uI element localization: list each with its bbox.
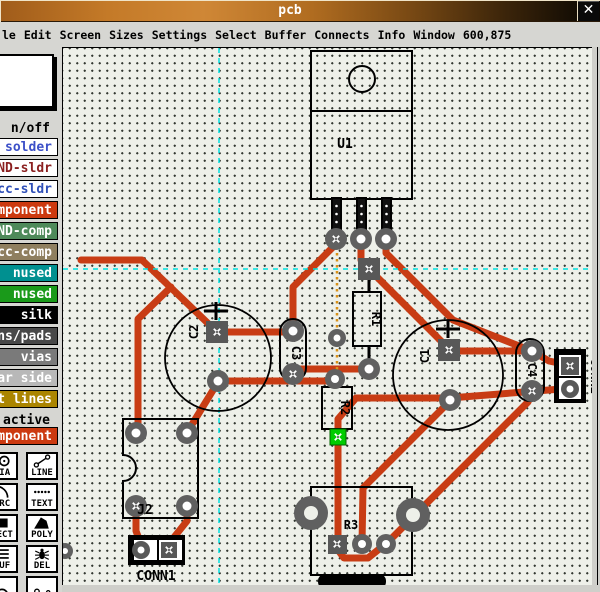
tool-label: POLY — [31, 530, 53, 540]
tool-button-rect[interactable]: RECT — [0, 514, 18, 542]
rotate-tool-icon — [0, 588, 11, 592]
tool-label: ARC — [0, 499, 10, 509]
close-icon[interactable]: ✕ — [577, 1, 599, 21]
onoff-label: n/off — [0, 121, 58, 136]
layer-button-gnd-sldr[interactable]: ND-sldr — [0, 159, 58, 177]
label-u1[interactable]: U1 — [337, 137, 353, 152]
buffer-tool-icon — [0, 547, 11, 561]
text-tool-icon — [33, 485, 51, 499]
layer-button-rat-lines[interactable]: t lines — [0, 390, 58, 408]
menu-item-info[interactable]: Info — [378, 28, 406, 42]
layer-button-vcc-sldr[interactable]: cc-sldr — [0, 180, 58, 198]
tool-label: RECT — [0, 530, 13, 540]
trace[interactable] — [386, 241, 532, 351]
menu-item-edit[interactable]: Edit — [24, 28, 52, 42]
tool-button-poly[interactable]: POLY — [26, 514, 58, 542]
arc-tool-icon — [0, 485, 11, 499]
menu-item-window[interactable]: Window — [413, 28, 455, 42]
menu-item-sizes[interactable]: Sizes — [109, 28, 144, 42]
component-u1[interactable] — [311, 51, 412, 230]
bottom-window-edge — [62, 585, 600, 592]
line-tool-icon — [33, 454, 51, 468]
layer-button-component[interactable]: mponent — [0, 201, 58, 219]
right-window-edge — [592, 47, 600, 592]
layer-button-vias[interactable]: vias — [0, 348, 58, 366]
titlebar[interactable]: pcb ✕ — [0, 0, 600, 22]
tool-label: BUF — [0, 561, 10, 571]
tool-button-del[interactable]: DEL — [26, 545, 58, 573]
layer-button-solder[interactable]: solder — [0, 138, 58, 156]
trace[interactable] — [293, 243, 337, 333]
menu-item-settings[interactable]: Settings — [152, 28, 207, 42]
label-r2[interactable]: R2 — [338, 401, 352, 415]
layer-button-pins-pads[interactable]: ns/pads — [0, 327, 58, 345]
menu-item-select[interactable]: Select — [215, 28, 257, 42]
layer-button-silk[interactable]: silk — [0, 306, 58, 324]
layer-button-unused-1[interactable]: nused — [0, 264, 58, 282]
label-r3[interactable]: R3 — [344, 518, 358, 532]
canvas-right-border — [597, 47, 598, 585]
menu-item-screen[interactable]: Screen — [60, 28, 102, 42]
tool-label: TEXT — [31, 499, 53, 509]
poly-tool-icon — [33, 516, 51, 530]
label-c4[interactable]: C4 — [525, 363, 539, 377]
thermal-tool-icon — [33, 588, 51, 592]
cursor-position-readout: 600,875 — [463, 28, 511, 42]
component-c2[interactable] — [165, 302, 271, 411]
pcb-layout-canvas[interactable]: U1 R1 R2 C3 C4 C2 C1 CONN2 R3 CONN1 J2 — [62, 47, 593, 586]
layer-button-far-side[interactable]: ar side — [0, 369, 58, 387]
tool-button-arc[interactable]: ARC — [0, 483, 18, 511]
tool-label: VIA — [0, 468, 10, 478]
tool-button-via[interactable]: VIA — [0, 452, 18, 480]
bug-delete-tool-icon — [33, 547, 51, 561]
tool-label: DEL — [34, 561, 50, 571]
label-conn1[interactable]: CONN1 — [136, 569, 175, 584]
label-c3[interactable]: C3 — [289, 346, 303, 360]
trace[interactable] — [81, 260, 217, 332]
menu-item-connects[interactable]: Connects — [314, 28, 369, 42]
component-c1[interactable] — [393, 320, 503, 430]
label-c1[interactable]: C1 — [418, 349, 432, 363]
sidebar: n/off solder ND-sldr cc-sldr mponent ND-… — [0, 47, 62, 592]
active-layer-button[interactable]: mponent — [0, 427, 58, 445]
pcb-application-window: pcb ✕ le Edit Screen Sizes Settings Sele… — [0, 0, 600, 592]
menubar: le Edit Screen Sizes Settings Select Buf… — [0, 22, 600, 47]
rect-tool-icon — [0, 516, 11, 530]
tool-label: LINE — [31, 468, 53, 478]
layout-preview-box[interactable] — [0, 54, 54, 108]
tool-button-rotate[interactable] — [0, 576, 18, 592]
tool-button-thermal[interactable] — [26, 576, 58, 592]
active-label: active — [0, 413, 58, 428]
menu-item-file[interactable]: le — [2, 28, 16, 42]
tool-button-line[interactable]: LINE — [26, 452, 58, 480]
window-title: pcb — [0, 3, 580, 18]
label-r1[interactable]: R1 — [369, 312, 383, 326]
label-c2[interactable]: C2 — [187, 325, 201, 339]
menu-item-buffer[interactable]: Buffer — [265, 28, 307, 42]
layer-button-gnd-comp[interactable]: ND-comp — [0, 222, 58, 240]
layer-button-vcc-comp[interactable]: cc-comp — [0, 243, 58, 261]
tool-button-buf[interactable]: BUF — [0, 545, 18, 573]
trace[interactable] — [138, 287, 171, 431]
tool-button-text[interactable]: TEXT — [26, 483, 58, 511]
layer-button-unused-2[interactable]: nused — [0, 285, 58, 303]
label-j2[interactable]: J2 — [137, 503, 153, 518]
via-tool-icon — [0, 454, 11, 468]
